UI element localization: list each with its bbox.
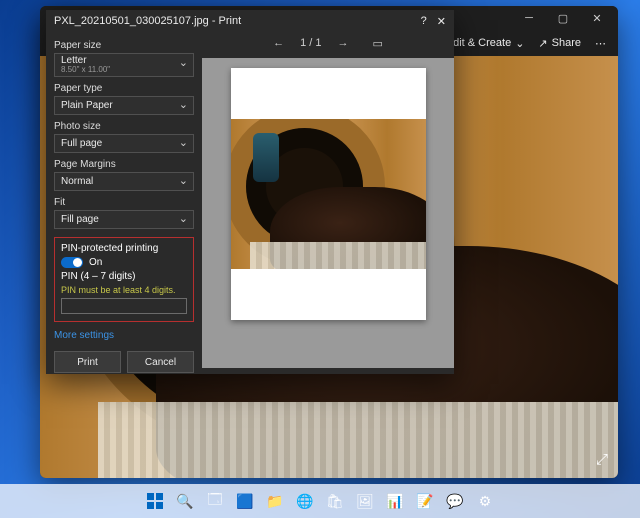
preview-thumbnail: [231, 119, 426, 269]
preview-area: [202, 58, 454, 368]
prev-page-button[interactable]: ←: [273, 37, 284, 49]
photo-size-label: Photo size: [54, 121, 194, 132]
app-button[interactable]: 📊: [383, 489, 407, 513]
paper-size-label: Paper size: [54, 40, 194, 51]
task-view-button[interactable]: 🗔: [203, 489, 227, 513]
search-button[interactable]: 🔍: [173, 489, 197, 513]
next-page-button[interactable]: →: [338, 37, 349, 49]
page-margins-value: Normal: [61, 176, 93, 187]
app-button[interactable]: ⚙: [473, 489, 497, 513]
fit-select[interactable]: Fill page: [54, 210, 194, 229]
page-margins-label: Page Margins: [54, 159, 194, 170]
paper-size-sub: 8.50" x 11.00": [61, 66, 110, 74]
app-button[interactable]: 📝: [413, 489, 437, 513]
page-indicator: 1 / 1: [300, 37, 321, 49]
cancel-button[interactable]: Cancel: [127, 351, 194, 373]
more-button[interactable]: ⋯: [595, 37, 606, 50]
minimize-button[interactable]: ─: [514, 8, 544, 28]
edit-create-label: Edit & Create: [446, 37, 511, 49]
widgets-button[interactable]: 🟦: [233, 489, 257, 513]
close-button[interactable]: ✕: [437, 15, 446, 28]
close-button[interactable]: ✕: [582, 8, 612, 28]
paper-type-label: Paper type: [54, 83, 194, 94]
pin-digits-label: PIN (4 – 7 digits): [61, 271, 187, 282]
paper-type-select[interactable]: Plain Paper: [54, 96, 194, 115]
pin-protected-section: PIN-protected printing On PIN (4 – 7 dig…: [54, 237, 194, 322]
print-options-panel: Paper size Letter 8.50" x 11.00" Paper t…: [46, 32, 202, 374]
chevron-down-icon: ⌄: [515, 37, 524, 50]
fit-value: Fill page: [61, 214, 99, 225]
maximize-button[interactable]: ▢: [548, 8, 578, 28]
print-dialog: PXL_20210501_030025107.jpg - Print ? ✕ P…: [46, 10, 454, 374]
paper-type-value: Plain Paper: [61, 100, 113, 111]
preview-nav: ← 1 / 1 → ▭: [202, 32, 454, 54]
page-margins-select[interactable]: Normal: [54, 172, 194, 191]
cancel-button-label: Cancel: [145, 357, 176, 368]
fit-label: Fit: [54, 197, 194, 208]
pin-toggle-label: On: [89, 257, 102, 268]
pin-section-label: PIN-protected printing: [61, 243, 187, 254]
fit-page-button[interactable]: ▭: [373, 37, 383, 50]
paper-size-select[interactable]: Letter 8.50" x 11.00": [54, 53, 194, 77]
expand-icon[interactable]: ⤢: [596, 451, 608, 468]
preview-page: [231, 68, 426, 320]
print-button-label: Print: [77, 357, 98, 368]
photo-size-value: Full page: [61, 138, 102, 149]
print-dialog-titlebar: PXL_20210501_030025107.jpg - Print ? ✕: [46, 10, 454, 32]
start-button[interactable]: [143, 489, 167, 513]
pin-toggle[interactable]: [61, 257, 83, 268]
share-button[interactable]: ↗ Share: [538, 37, 581, 50]
more-settings-link[interactable]: More settings: [54, 330, 194, 341]
print-dialog-title: PXL_20210501_030025107.jpg - Print: [54, 15, 241, 27]
app-button[interactable]: 🖼: [353, 489, 377, 513]
share-label: Share: [552, 37, 581, 49]
share-icon: ↗: [538, 37, 547, 50]
explorer-button[interactable]: 📁: [263, 489, 287, 513]
store-button[interactable]: 🛍: [323, 489, 347, 513]
edge-button[interactable]: 🌐: [293, 489, 317, 513]
print-button[interactable]: Print: [54, 351, 121, 373]
pin-input[interactable]: [61, 298, 187, 314]
taskbar: 🔍 🗔 🟦 📁 🌐 🛍 🖼 📊 📝 💬 ⚙: [0, 484, 640, 518]
app-button[interactable]: 💬: [443, 489, 467, 513]
help-button[interactable]: ?: [421, 15, 427, 27]
photo-size-select[interactable]: Full page: [54, 134, 194, 153]
pin-warning: PIN must be at least 4 digits.: [61, 285, 187, 295]
print-preview-panel: ← 1 / 1 → ▭: [202, 32, 454, 374]
